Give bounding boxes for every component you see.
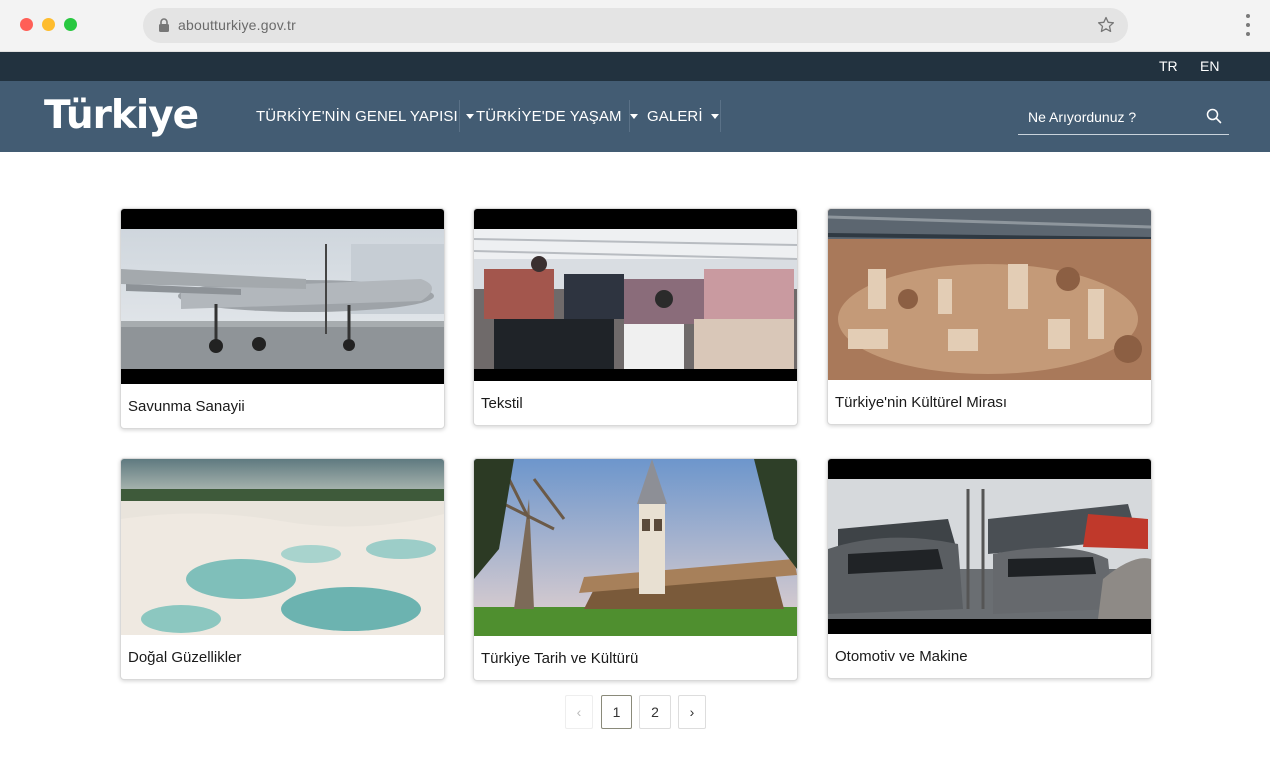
card-title: Doğal Güzellikler (128, 649, 242, 666)
pagination-page-1[interactable]: 1 (601, 695, 632, 729)
gallery-card-otomotiv[interactable]: Otomotiv ve Makine (827, 458, 1152, 679)
card-image (474, 459, 797, 636)
card-image (121, 209, 444, 384)
card-title: Türkiye'nin Kültürel Mirası (835, 394, 1008, 411)
browser-chrome: aboutturkiye.gov.tr (0, 0, 1270, 52)
search-icon[interactable] (1206, 108, 1222, 124)
address-bar[interactable]: aboutturkiye.gov.tr (143, 8, 1128, 43)
url-text: aboutturkiye.gov.tr (178, 17, 296, 33)
maximize-window-button[interactable] (64, 18, 77, 31)
nav-genel-yapi[interactable]: TÜRKİYE'NİN GENEL YAPISI (256, 100, 474, 132)
search-box (1018, 99, 1229, 135)
nav-label: TÜRKİYE'DE YAŞAM (476, 107, 622, 125)
card-image (828, 209, 1151, 380)
bookmark-star-icon[interactable] (1096, 15, 1116, 35)
nav-divider (720, 100, 721, 132)
card-title: Otomotiv ve Makine (835, 648, 968, 665)
caret-down-icon (465, 113, 474, 119)
nav-label: TÜRKİYE'NİN GENEL YAPISI (256, 107, 458, 125)
card-image (121, 459, 444, 635)
nav-divider (459, 100, 460, 132)
lang-en-link[interactable]: EN (1200, 58, 1219, 74)
caret-down-icon (710, 113, 719, 119)
nav-label: GALERİ (647, 107, 703, 125)
card-title: Türkiye Tarih ve Kültürü (481, 650, 639, 667)
pagination-next-button[interactable]: › (678, 695, 706, 729)
browser-menu-icon[interactable] (1241, 14, 1255, 38)
card-title: Savunma Sanayii (128, 398, 245, 415)
gallery-card-dogal-guzellikler[interactable]: Doğal Güzellikler (120, 458, 445, 680)
card-image (828, 459, 1151, 634)
gallery-card-kulturel-miras[interactable]: Türkiye'nin Kültürel Mirası (827, 208, 1152, 425)
gallery-card-tekstil[interactable]: Tekstil (473, 208, 798, 426)
close-window-button[interactable] (20, 18, 33, 31)
search-input[interactable] (1028, 106, 1198, 128)
main-navbar: Türkiye TÜRKİYE'NİN GENEL YAPISI TÜRKİYE… (0, 81, 1270, 152)
site-logo[interactable]: Türkiye (44, 93, 199, 138)
gallery-card-tarih-kultur[interactable]: Türkiye Tarih ve Kültürü (473, 458, 798, 681)
nav-yasam[interactable]: TÜRKİYE'DE YAŞAM (476, 100, 638, 132)
pagination-page-2[interactable]: 2 (639, 695, 671, 729)
language-bar: TR EN (0, 52, 1270, 81)
nav-divider (629, 100, 630, 132)
lang-tr-link[interactable]: TR (1159, 58, 1178, 74)
caret-down-icon (629, 113, 638, 119)
card-image (474, 209, 797, 381)
card-title: Tekstil (481, 395, 523, 412)
pagination-prev-button[interactable]: ‹ (565, 695, 593, 729)
lock-icon (159, 18, 169, 32)
minimize-window-button[interactable] (42, 18, 55, 31)
nav-galeri[interactable]: GALERİ (647, 100, 719, 132)
gallery-card-savunma[interactable]: Savunma Sanayii (120, 208, 445, 429)
